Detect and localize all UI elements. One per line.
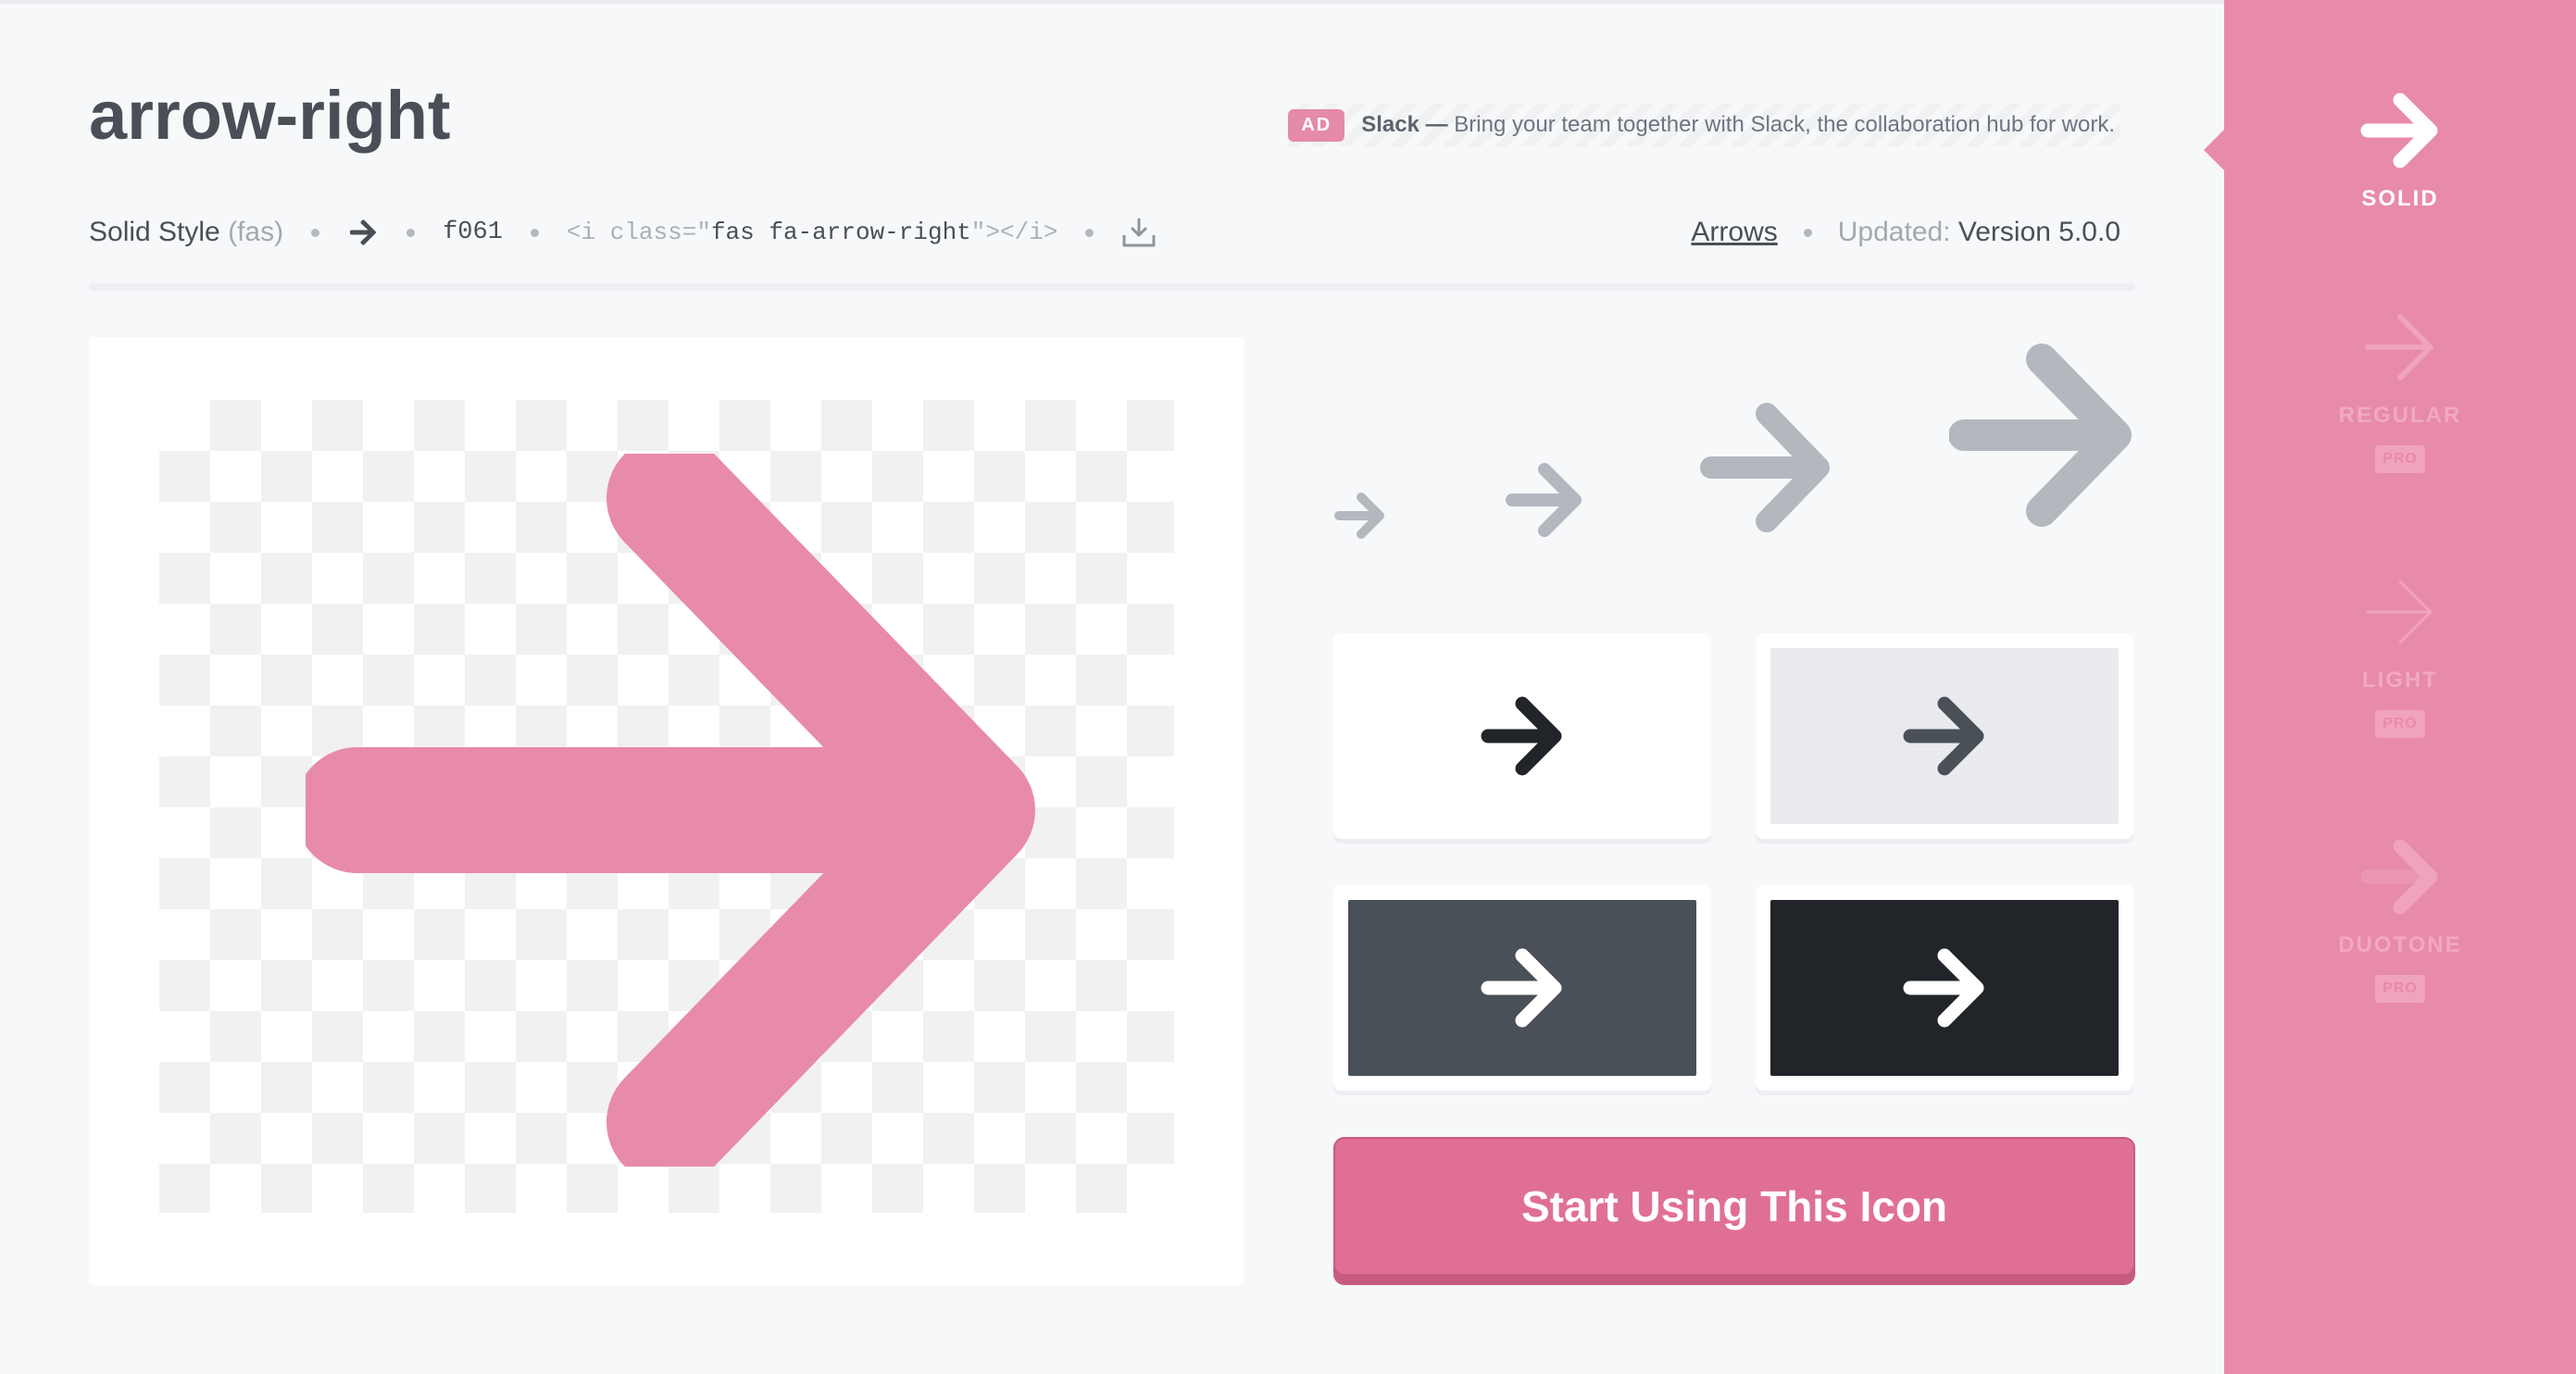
style-label: LIGHT	[2362, 668, 2438, 693]
arrow-right-icon	[350, 219, 377, 245]
tile-background	[1770, 900, 2119, 1076]
arrow-right-icon	[1481, 948, 1562, 1028]
arrow-right-icon	[1949, 344, 2132, 527]
updated-label: Updated:	[1837, 217, 1951, 247]
icon-meta: Solid Style (fas) f061 <i class="fas fa-…	[89, 209, 1157, 256]
size-previews	[1324, 343, 2139, 546]
version-value: Version 5.0.0	[1957, 217, 2120, 247]
separator-dot	[530, 228, 539, 237]
preview-tile-light[interactable]	[1333, 633, 1711, 839]
preview-tile-slate[interactable]	[1333, 885, 1711, 1091]
pro-badge: PRO	[2375, 710, 2425, 738]
tile-background	[1770, 648, 2119, 824]
separator-dot	[1803, 228, 1812, 237]
arrow-right-icon	[2360, 93, 2438, 169]
ad-tag: AD	[1288, 108, 1345, 142]
arrow-right-icon	[1903, 696, 1984, 776]
style-option-solid[interactable]: SOLID	[2224, 89, 2576, 212]
download-icon[interactable]	[1121, 217, 1157, 248]
arrow-right-icon	[1903, 948, 1984, 1028]
separator-dot	[311, 228, 320, 237]
tile-background	[1348, 648, 1696, 824]
ad-banner[interactable]: AD Slack — Bring your team together with…	[1288, 104, 2120, 146]
icon-meta-right: Arrows Updated: Version 5.0.0	[1691, 209, 2120, 256]
preview-tile-gray[interactable]	[1756, 633, 2133, 839]
arrow-right-icon	[2360, 839, 2438, 915]
arrow-right-icon	[1506, 463, 1582, 537]
active-indicator	[2204, 130, 2224, 170]
start-using-button[interactable]: Start Using This Icon	[1333, 1137, 2135, 1285]
style-prefix: (fas)	[228, 217, 284, 247]
html-snippet[interactable]: <i class="fas fa-arrow-right"></i>	[567, 219, 1058, 246]
icon-detail-page: arrow-right AD Slack — Bring your team t…	[0, 0, 2576, 1374]
top-border	[0, 0, 2224, 4]
tile-background	[1348, 900, 1696, 1076]
style-option-duotone[interactable]: DUOTONE PRO	[2224, 835, 2576, 1003]
pro-badge: PRO	[2375, 975, 2425, 1003]
separator-dot	[1085, 228, 1094, 237]
style-label: DUOTONE	[2338, 932, 2462, 957]
unicode-value[interactable]: f061	[443, 219, 503, 246]
arrow-right-icon	[2365, 314, 2433, 381]
pro-badge: PRO	[2375, 445, 2425, 473]
style-label: SOLID	[2361, 186, 2439, 211]
style-label: Solid Style	[89, 217, 220, 247]
style-switcher: SOLID REGULAR PRO LIGHT PRO DUOTONE PRO	[2204, 0, 2576, 1374]
arrow-right-icon	[2366, 580, 2432, 644]
header-divider	[89, 283, 2135, 291]
icon-title: arrow-right	[89, 77, 451, 154]
preview-tile-dark[interactable]	[1756, 885, 2133, 1091]
style-option-light[interactable]: LIGHT PRO	[2224, 570, 2576, 738]
ad-brand: Slack —	[1361, 112, 1448, 137]
arrow-right-icon	[1700, 403, 1830, 532]
category-link[interactable]: Arrows	[1691, 217, 1777, 248]
style-option-regular[interactable]: REGULAR PRO	[2224, 306, 2576, 473]
style-label: REGULAR	[2338, 403, 2462, 428]
arrow-right-icon	[1334, 493, 1384, 539]
separator-dot	[406, 228, 416, 237]
arrow-right-icon	[1481, 696, 1562, 776]
arrow-right-icon	[306, 454, 1035, 1167]
ad-text: Bring your team together with Slack, the…	[1454, 112, 2115, 137]
